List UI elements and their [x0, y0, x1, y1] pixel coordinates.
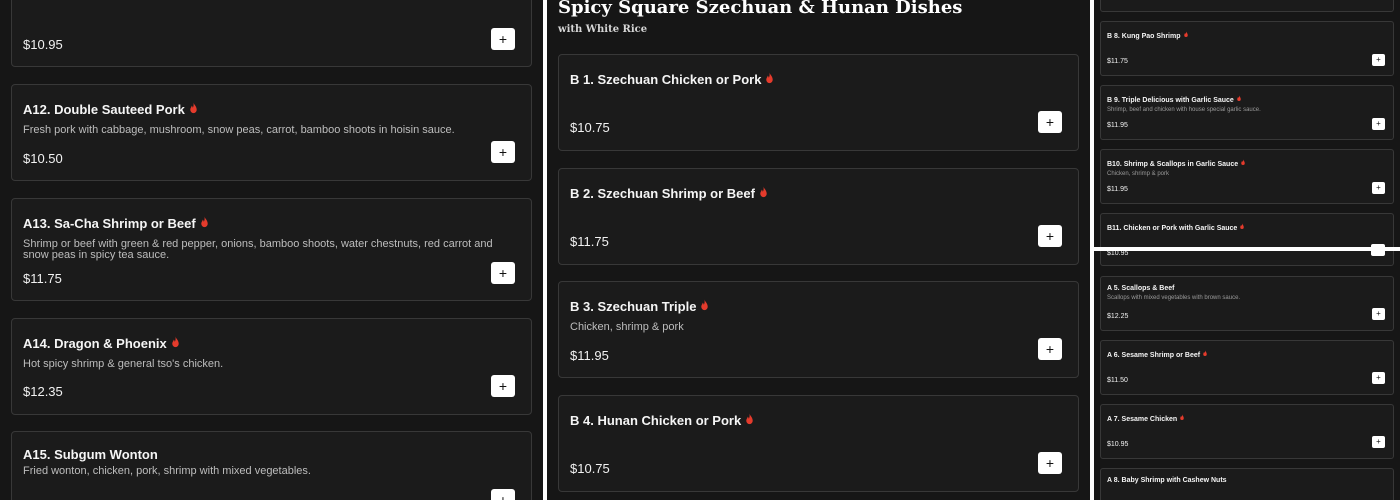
add-to-cart-button[interactable]: +: [1038, 111, 1062, 133]
item-price: $11.95: [1107, 186, 1128, 193]
menu-item-card[interactable]: B 1. Szechuan Chicken or Pork $10.75 +: [558, 54, 1079, 151]
menu-item-card[interactable]: B 3. Szechuan Triple Chicken, shrimp & p…: [558, 281, 1079, 378]
menu-item-card[interactable]: A 5. Scallops & Beef Scallops with mixed…: [1100, 276, 1394, 331]
add-to-cart-button[interactable]: +: [1372, 308, 1385, 320]
item-price: $11.95: [1107, 122, 1128, 129]
item-name: A 7. Sesame Chicken: [1107, 414, 1185, 423]
item-name: B11. Chicken or Pork with Garlic Sauce: [1107, 223, 1245, 232]
add-to-cart-button[interactable]: +: [1038, 225, 1062, 247]
add-to-cart-button[interactable]: +: [1372, 372, 1385, 384]
flame-icon: [746, 413, 753, 425]
menu-item-card[interactable]: A 6. Sesame Shrimp or Beef $11.50 +: [1100, 340, 1394, 395]
item-price: $11.50: [1107, 377, 1128, 384]
item-description: Scallops with mixed vegetables with brow…: [1107, 295, 1241, 301]
section-title: Spicy Square Szechuan & Hunan Dishes: [558, 0, 963, 18]
flame-icon: [172, 336, 179, 348]
flame-icon: [1240, 223, 1245, 229]
flame-icon: [1203, 350, 1207, 356]
menu-item-card[interactable]: A13. Sa-Cha Shrimp or Beef Shrimp or bee…: [11, 198, 532, 301]
menu-item-card[interactable]: A15. Subgum Wonton Fried wonton, chicken…: [11, 431, 532, 500]
flame-icon: [1183, 31, 1188, 37]
item-name: B 4. Hunan Chicken or Pork: [570, 413, 755, 428]
menu-item-card[interactable]: [1100, 0, 1394, 12]
flame-icon: [1241, 159, 1245, 165]
item-description: Hot spicy shrimp & general tso's chicken…: [23, 358, 224, 370]
item-price: $10.95: [23, 37, 63, 52]
item-name: B 8. Kung Pao Shrimp: [1107, 31, 1189, 40]
item-name: B10. Shrimp & Scallops in Garlic Sauce: [1107, 159, 1246, 168]
item-price: $11.75: [570, 234, 609, 249]
item-price: $12.35: [23, 384, 63, 399]
add-to-cart-button[interactable]: +: [491, 262, 515, 284]
item-description: Fresh pork with cabbage, mushroom, snow …: [23, 124, 455, 136]
menu-item-card[interactable]: A 7. Sesame Chicken $10.95 +: [1100, 404, 1394, 459]
add-to-cart-button[interactable]: +: [1372, 54, 1385, 66]
add-to-cart-button[interactable]: +: [491, 375, 515, 397]
item-price: $10.75: [570, 461, 610, 476]
add-to-cart-button[interactable]: +: [491, 141, 515, 163]
item-name: B 1. Szechuan Chicken or Pork: [570, 72, 775, 87]
add-to-cart-button[interactable]: +: [1372, 118, 1385, 130]
item-price: $10.95: [1107, 250, 1129, 257]
flame-icon: [190, 102, 197, 114]
item-name: A 8. Baby Shrimp with Cashew Nuts: [1107, 477, 1227, 484]
scroll-handle[interactable]: [1371, 244, 1385, 256]
menu-panel-center: Spicy Square Szechuan & Hunan Dishes wit…: [547, 0, 1090, 500]
item-description: Shrimp or beef with green & red pepper, …: [23, 238, 493, 261]
item-price: $11.75: [23, 271, 62, 286]
item-price: $10.50: [23, 151, 63, 166]
menu-item-card[interactable]: B 8. Kung Pao Shrimp $11.75 +: [1100, 21, 1394, 76]
menu-item-card[interactable]: B 4. Hunan Chicken or Pork $10.75 +: [558, 395, 1079, 492]
item-name: A13. Sa-Cha Shrimp or Beef: [23, 216, 210, 231]
item-price: $11.95: [570, 348, 609, 363]
viewport-divider: [1094, 247, 1400, 251]
add-to-cart-button[interactable]: +: [1372, 182, 1385, 194]
add-to-cart-button[interactable]: +: [1038, 452, 1062, 474]
flame-icon: [766, 72, 774, 84]
item-name: B 3. Szechuan Triple: [570, 299, 710, 314]
item-name: A 6. Sesame Shrimp or Beef: [1107, 350, 1208, 359]
add-to-cart-button[interactable]: +: [1372, 436, 1385, 448]
item-price: $11.75: [1107, 58, 1128, 65]
item-price: $10.95: [1107, 441, 1129, 448]
item-description: Fried wonton, chicken, pork, shrimp with…: [23, 465, 311, 477]
menu-item-card[interactable]: B 9. Triple Delicious with Garlic Sauce …: [1100, 85, 1394, 140]
menu-item-card[interactable]: $10.95 +: [11, 0, 532, 67]
item-name: B 2. Szechuan Shrimp or Beef: [570, 186, 769, 201]
item-description: Chicken, shrimp & pork: [1107, 171, 1170, 177]
item-name: A12. Double Sauteed Pork: [23, 102, 199, 117]
item-name: B 9. Triple Delicious with Garlic Sauce: [1107, 95, 1242, 104]
menu-panel-left: $10.95 + A12. Double Sauteed Pork Fresh …: [0, 0, 543, 500]
item-price: $10.75: [570, 120, 610, 135]
item-name: A15. Subgum Wonton: [23, 447, 158, 462]
menu-item-card[interactable]: B11. Chicken or Pork with Garlic Sauce $…: [1100, 213, 1394, 266]
item-name: A 5. Scallops & Beef: [1107, 285, 1175, 292]
item-name: A14. Dragon & Phoenix: [23, 336, 181, 351]
menu-item-card[interactable]: A14. Dragon & Phoenix Hot spicy shrimp &…: [11, 318, 532, 415]
menu-item-card[interactable]: B10. Shrimp & Scallops in Garlic Sauce C…: [1100, 149, 1394, 204]
menu-item-card[interactable]: A 8. Baby Shrimp with Cashew Nuts: [1100, 468, 1394, 500]
item-description: Shrimp, beef and chicken with house spec…: [1107, 107, 1261, 113]
flame-icon: [760, 186, 767, 198]
flame-icon: [1237, 95, 1241, 101]
flame-icon: [1180, 414, 1184, 420]
add-to-cart-button[interactable]: +: [491, 28, 515, 50]
add-to-cart-button[interactable]: +: [491, 489, 515, 500]
add-to-cart-button[interactable]: +: [1038, 338, 1062, 360]
item-price: $12.25: [1107, 313, 1129, 320]
menu-item-card[interactable]: B 2. Szechuan Shrimp or Beef $11.75 +: [558, 168, 1079, 265]
menu-item-card[interactable]: A12. Double Sauteed Pork Fresh pork with…: [11, 84, 532, 181]
item-description: Chicken, shrimp & pork: [570, 321, 684, 333]
flame-icon: [200, 216, 208, 228]
menu-panel-right: B 8. Kung Pao Shrimp $11.75 + B 9. Tripl…: [1094, 0, 1400, 500]
section-subtitle: with White Rice: [558, 24, 648, 35]
flame-icon: [701, 299, 709, 311]
